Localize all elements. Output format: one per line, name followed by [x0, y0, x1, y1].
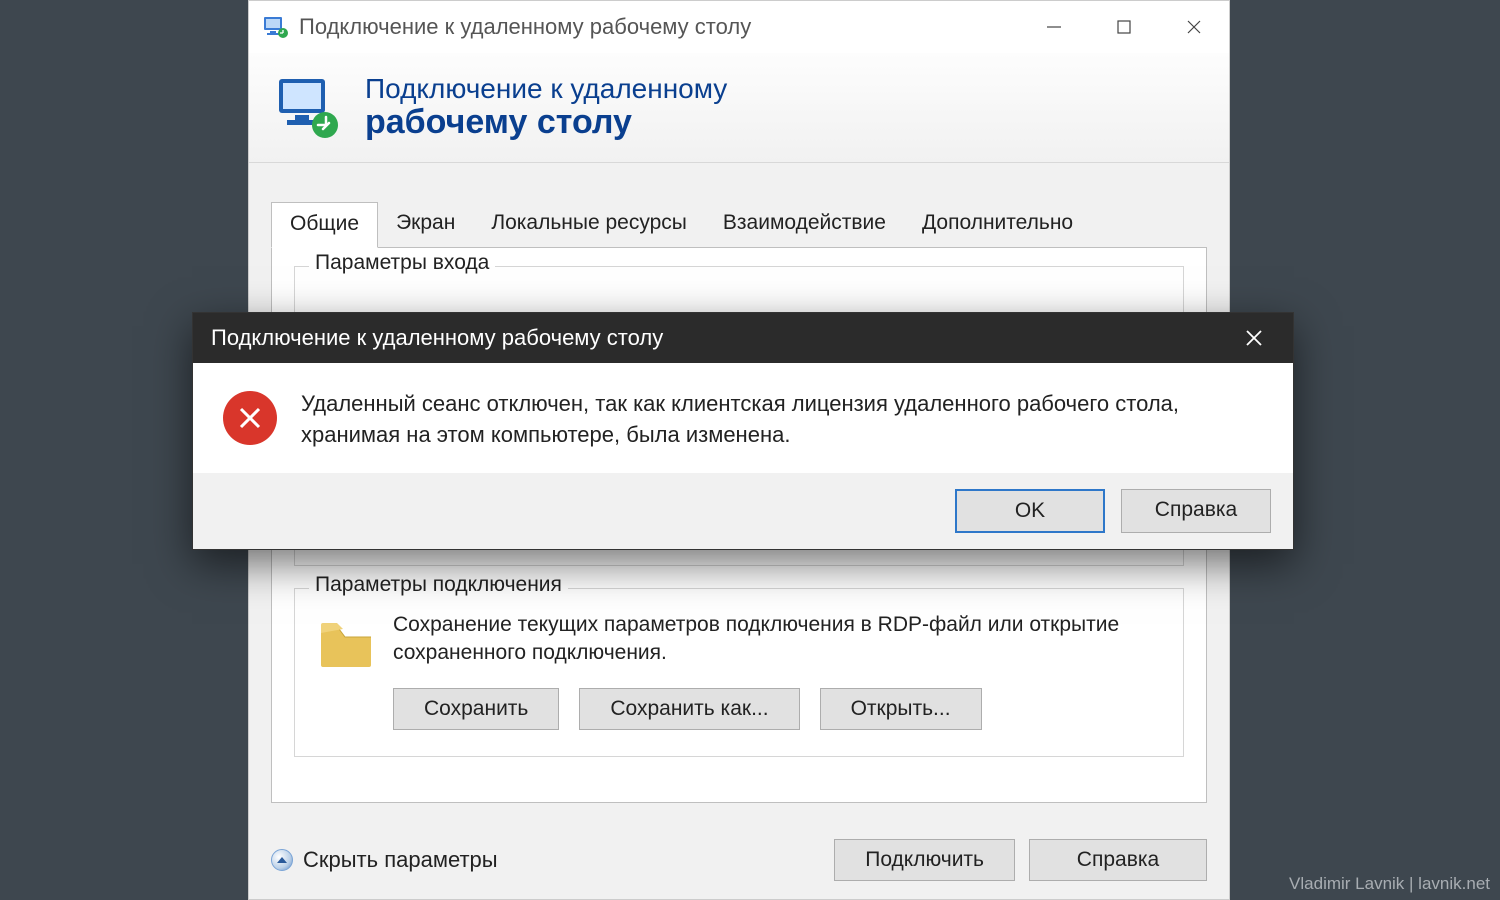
- tab-advanced[interactable]: Дополнительно: [904, 202, 1091, 248]
- tab-strip: Общие Экран Локальные ресурсы Взаимодейс…: [271, 202, 1207, 248]
- connection-buttons: Сохранить Сохранить как... Открыть...: [393, 688, 1161, 730]
- folder-icon: [317, 613, 375, 671]
- hide-options-label: Скрыть параметры: [303, 847, 498, 873]
- maximize-button[interactable]: [1089, 1, 1159, 53]
- login-settings-legend: Параметры входа: [309, 251, 495, 275]
- rdp-banner-icon: [273, 73, 343, 143]
- close-button[interactable]: [1159, 1, 1229, 53]
- open-button[interactable]: Открыть...: [820, 688, 982, 730]
- banner: Подключение к удаленному рабочему столу: [249, 53, 1229, 163]
- dialog-ok-button[interactable]: OK: [955, 489, 1105, 533]
- tab-display[interactable]: Экран: [378, 202, 473, 248]
- hide-options-toggle[interactable]: Скрыть параметры: [271, 847, 498, 873]
- dialog-footer: OK Справка: [193, 473, 1293, 549]
- save-button[interactable]: Сохранить: [393, 688, 559, 730]
- connection-settings-desc: Сохранение текущих параметров подключени…: [393, 611, 1161, 668]
- help-button[interactable]: Справка: [1029, 839, 1207, 881]
- dialog-titlebar: Подключение к удаленному рабочему столу: [193, 313, 1293, 363]
- tab-experience[interactable]: Взаимодействие: [705, 202, 904, 248]
- dialog-close-button[interactable]: [1233, 329, 1275, 347]
- tab-local-res[interactable]: Локальные ресурсы: [473, 202, 705, 248]
- watermark: Vladimir Lavnik | lavnik.net: [1289, 874, 1490, 894]
- connection-settings-group: Параметры подключения Сохранение текущих…: [294, 588, 1184, 757]
- connection-settings-legend: Параметры подключения: [309, 573, 568, 597]
- error-icon: [223, 391, 277, 445]
- connect-button[interactable]: Подключить: [834, 839, 1015, 881]
- rdp-app-icon: [263, 16, 289, 38]
- collapse-arrow-icon: [271, 849, 293, 871]
- dialog-body: Удаленный сеанс отключен, так как клиент…: [193, 363, 1293, 473]
- error-dialog: Подключение к удаленному рабочему столу …: [192, 312, 1294, 550]
- tab-general[interactable]: Общие: [271, 202, 378, 248]
- banner-line1: Подключение к удаленному: [365, 73, 727, 105]
- window-footer: Скрыть параметры Подключить Справка: [249, 821, 1229, 899]
- save-as-button[interactable]: Сохранить как...: [579, 688, 799, 730]
- window-controls: [1019, 1, 1229, 53]
- dialog-help-button[interactable]: Справка: [1121, 489, 1271, 533]
- dialog-message: Удаленный сеанс отключен, так как клиент…: [301, 389, 1263, 451]
- connection-settings-content: Сохранение текущих параметров подключени…: [393, 611, 1161, 730]
- titlebar: Подключение к удаленному рабочему столу: [249, 1, 1229, 53]
- banner-text: Подключение к удаленному рабочему столу: [365, 73, 727, 142]
- minimize-button[interactable]: [1019, 1, 1089, 53]
- banner-line2: рабочему столу: [365, 103, 727, 142]
- window-title: Подключение к удаленному рабочему столу: [299, 14, 1019, 40]
- dialog-title: Подключение к удаленному рабочему столу: [211, 325, 1233, 351]
